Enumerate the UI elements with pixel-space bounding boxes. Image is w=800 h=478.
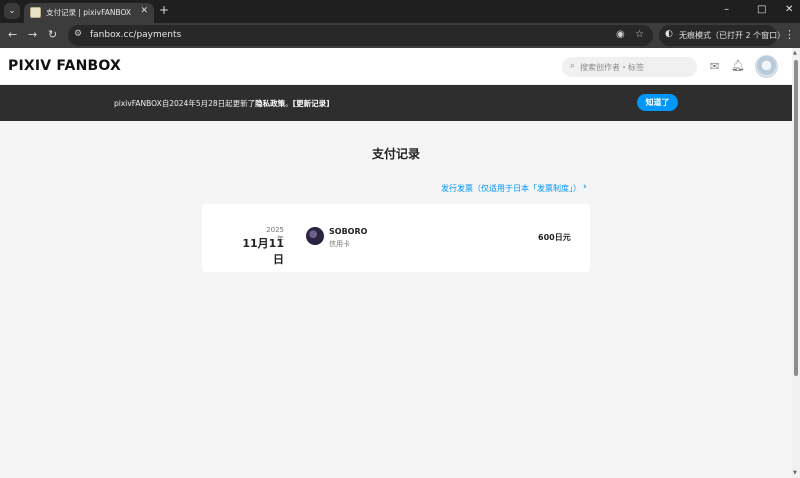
chevron-right-icon[interactable]: › <box>583 182 587 192</box>
incognito-label: 无痕模式（已打开 2 个窗口） <box>679 31 786 40</box>
address-bar[interactable]: ⚙ fanbox.cc/payments ◉ ☆ <box>68 25 653 46</box>
close-window-button[interactable]: ✕ <box>785 4 793 15</box>
browser-tab-bar: ⌄ 支付记录 | pixivFANBOX ✕ + – □ ✕ <box>0 0 800 23</box>
search-input[interactable] <box>580 60 690 74</box>
creator-name[interactable]: SOBORO <box>329 227 367 236</box>
incognito-icon: ◐ <box>665 29 673 39</box>
new-tab-button[interactable]: + <box>159 3 169 17</box>
search-box[interactable]: ⌕ <box>562 57 697 77</box>
eye-off-icon[interactable]: ◉ <box>616 29 625 40</box>
tab-title: 支付记录 | pixivFANBOX <box>46 8 132 17</box>
payment-date: 11月11日 <box>242 237 284 266</box>
close-tab-icon[interactable]: ✕ <box>140 6 148 16</box>
browser-menu-icon[interactable]: ⋮ <box>784 28 795 41</box>
browser-tab[interactable]: 支付记录 | pixivFANBOX ✕ <box>24 3 154 23</box>
creator-avatar[interactable] <box>306 227 324 245</box>
acknowledge-button[interactable]: 知道了 <box>637 94 678 111</box>
payment-method: 信用卡 <box>329 240 350 248</box>
site-header: PIXIV FANBOX ⌕ ✉ 🔔︎ <box>0 48 792 85</box>
page-title: 支付记录 <box>371 147 420 161</box>
scroll-up-arrow-icon[interactable]: ▲ <box>793 50 797 56</box>
privacy-policy-link[interactable]: 隐私政策 <box>255 99 285 108</box>
back-button[interactable]: ← <box>8 28 17 41</box>
maximize-button[interactable]: □ <box>757 4 766 15</box>
bookmark-star-icon[interactable]: ☆ <box>635 29 644 40</box>
payment-amount: 600日元 <box>538 233 571 242</box>
site-info-icon[interactable]: ⚙ <box>74 29 82 39</box>
favicon-icon <box>30 7 41 18</box>
notice-text: pixivFANBOX自2024年5月28日起更新了隐私政策。[更新记录] <box>114 99 330 108</box>
search-icon: ⌕ <box>570 61 576 71</box>
scroll-down-arrow-icon[interactable]: ▼ <box>793 470 797 476</box>
update-history-link[interactable]: [更新记录] <box>293 99 330 108</box>
user-avatar[interactable] <box>755 55 778 78</box>
incognito-indicator[interactable]: ◐ 无痕模式（已打开 2 个窗口） <box>659 25 785 46</box>
forward-button[interactable]: → <box>28 28 37 41</box>
reload-button[interactable]: ↻ <box>48 28 57 41</box>
mail-icon[interactable]: ✉ <box>710 60 719 73</box>
bell-icon[interactable]: 🔔︎ <box>731 59 745 72</box>
invoice-link[interactable]: 发行发票（仅适用于日本「发票制度」） <box>441 183 581 194</box>
url-text[interactable]: fanbox.cc/payments <box>90 30 181 40</box>
minimize-button[interactable]: – <box>724 4 729 15</box>
scrollbar-thumb[interactable] <box>794 60 798 376</box>
browser-toolbar: ← → ↻ ⚙ fanbox.cc/payments ◉ ☆ ◐ 无痕模式（已打… <box>0 23 800 48</box>
fanbox-logo[interactable]: PIXIV FANBOX <box>8 58 121 74</box>
tab-search-button[interactable]: ⌄ <box>4 3 20 19</box>
